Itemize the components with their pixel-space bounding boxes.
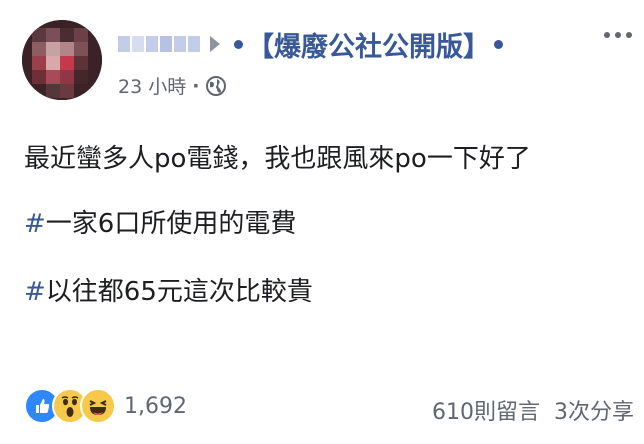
hashtag-text: 一家6口所使用的電費 [45, 209, 297, 239]
post-hashtag-line[interactable]: #以往都65元這次比較貴 [24, 271, 313, 308]
post-text-line: 最近蠻多人po電錢，我也跟風來po一下好了 [24, 144, 531, 174]
hashtag-text: 以往都65元這次比較貴 [45, 277, 313, 307]
author-name-blurred[interactable] [118, 36, 200, 52]
post-hashtag-line[interactable]: #一家6口所使用的電費 [24, 203, 296, 240]
post-timestamp[interactable]: 23 小時 [118, 72, 186, 99]
post-header: 【爆廢公社公開版】 [118, 24, 503, 64]
ellipsis-dot [604, 32, 610, 38]
reaction-icons [24, 388, 116, 424]
reactions-summary[interactable]: 1,692 [24, 388, 187, 424]
reaction-count: 1,692 [124, 393, 187, 419]
globe-icon[interactable] [205, 75, 227, 97]
group-name-link[interactable]: 【爆廢公社公開版】 [247, 25, 490, 64]
arrow-right-icon [210, 36, 220, 52]
dot-icon [234, 39, 243, 49]
post-meta: 23 小時 · [118, 72, 227, 99]
author-avatar[interactable] [22, 20, 102, 100]
engagement-stats: 610則留言 3次分享 [432, 394, 634, 426]
dot-icon [494, 39, 503, 49]
hashtag-symbol: # [24, 277, 46, 307]
ellipsis-dot [626, 32, 632, 38]
haha-icon [80, 388, 116, 424]
ellipsis-dot [615, 32, 621, 38]
hashtag-symbol: # [24, 209, 46, 239]
avatar-image [22, 20, 102, 100]
more-options-button[interactable] [604, 32, 632, 38]
meta-separator: · [192, 74, 200, 97]
comments-count-link[interactable]: 610則留言 [432, 394, 540, 426]
shares-count-link[interactable]: 3次分享 [554, 394, 634, 426]
